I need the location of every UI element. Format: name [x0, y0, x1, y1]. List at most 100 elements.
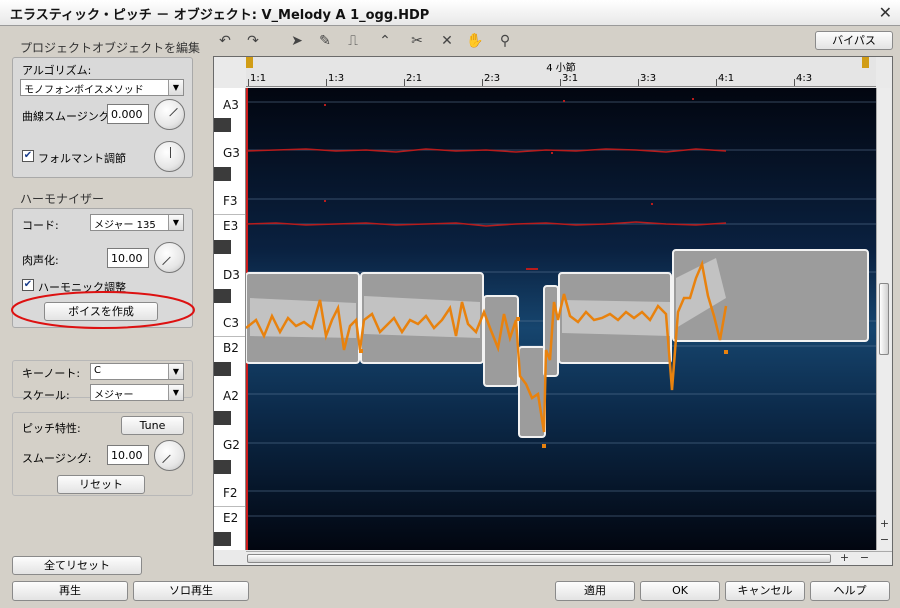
pitch-label: ピッチ特性:: [22, 422, 81, 435]
black-key: [214, 411, 231, 425]
pencil-icon[interactable]: ✎: [314, 31, 336, 51]
formant-label: フォルマント調節: [38, 152, 126, 165]
smoothing-knob[interactable]: [154, 440, 185, 471]
pointer-icon[interactable]: ➤: [286, 31, 308, 51]
ruler-tick: 4:3: [796, 73, 813, 84]
harmony-dot: [526, 268, 538, 270]
humanize-knob[interactable]: [154, 242, 185, 273]
chevron-down-icon: ▼: [168, 80, 183, 95]
chord-label: コード:: [22, 219, 59, 232]
harmony-dot: [324, 104, 326, 106]
pitch-anchor[interactable]: [516, 317, 520, 321]
hand-icon[interactable]: ✋: [464, 31, 486, 51]
loop-start-marker[interactable]: [246, 57, 253, 68]
ruler-line: [794, 79, 795, 86]
chord-select[interactable]: メジャー 135 ▼: [90, 214, 184, 231]
algorithm-select[interactable]: モノフォンボイスメソッド ▼: [20, 79, 184, 96]
annotation-circle: [11, 291, 195, 329]
close-icon[interactable]: ✕: [879, 3, 892, 22]
formant-knob[interactable]: [154, 141, 185, 172]
formant-checkbox[interactable]: ✔: [22, 150, 34, 162]
note-label-f2: F2: [223, 486, 238, 500]
ruler-tick: 3:1: [562, 73, 579, 84]
ok-button[interactable]: OK: [640, 581, 720, 601]
reset-button[interactable]: リセット: [57, 475, 145, 494]
redo-icon[interactable]: ↷: [242, 31, 264, 51]
knob-pointer: [170, 147, 171, 158]
ruler-tick: 2:3: [484, 73, 501, 84]
zoom-in-vertical-icon[interactable]: +: [878, 518, 891, 531]
harmony-dot: [551, 152, 553, 154]
bypass-button[interactable]: バイパス: [815, 31, 893, 50]
tune-button[interactable]: Tune: [121, 416, 184, 435]
zoom-in-horizontal-icon[interactable]: +: [838, 552, 851, 565]
ruler-tick: 1:3: [328, 73, 345, 84]
vertical-scrollbar[interactable]: + −: [876, 88, 891, 550]
horizontal-scrollbar[interactable]: + −: [246, 551, 892, 565]
erase-icon[interactable]: ✕: [436, 31, 458, 51]
zoom-out-horizontal-icon[interactable]: −: [858, 552, 871, 565]
title-bar: エラスティック・ピッチ － オブジェクト: V_Melody A 1_ogg.H…: [0, 0, 900, 26]
harmony-line-upper: [246, 148, 727, 153]
reset-all-button[interactable]: 全てリセット: [12, 556, 142, 575]
vertical-scroll-thumb[interactable]: [879, 283, 889, 355]
pitch-canvas[interactable]: [246, 88, 876, 550]
note-block[interactable]: [483, 295, 519, 387]
ruler-tick: 3:3: [640, 73, 657, 84]
humanize-field[interactable]: 10.00: [107, 248, 149, 268]
scale-select[interactable]: メジャー ▼: [90, 384, 184, 401]
black-key: [214, 118, 231, 132]
note-label-c3: C3: [223, 316, 240, 330]
knob-pointer: [169, 107, 178, 117]
knob-pointer: [162, 454, 171, 464]
pitch-anchor[interactable]: [724, 350, 728, 354]
loop-end-marker[interactable]: [862, 57, 869, 68]
chord-value: メジャー 135: [94, 220, 156, 231]
ruler-line: [482, 79, 483, 86]
key-note-select[interactable]: C ▼: [90, 363, 184, 380]
smoothing-field[interactable]: 10.00: [107, 445, 149, 465]
ruler-tick: 4:1: [718, 73, 735, 84]
harmony-dot: [563, 100, 565, 102]
algorithm-value: モノフォンボイスメソッド: [24, 85, 144, 96]
play-button[interactable]: 再生: [12, 581, 128, 601]
ruler-line: [638, 79, 639, 86]
timeline-ruler[interactable]: 4 小節 1:1 1:3 2:1 2:3 3:1 3:3 4:1 4:3: [246, 57, 876, 87]
note-block[interactable]: [518, 346, 546, 438]
note-label-a3: A3: [223, 98, 239, 112]
curve-smoothing-knob[interactable]: [154, 99, 185, 130]
harmony-dots: [324, 98, 694, 270]
piano-keyboard: A3 G3 F3 E3 D3 C3 B2 A2 G2 F2 E2: [214, 88, 246, 550]
curve-tool-icon[interactable]: ⌃: [374, 31, 396, 51]
pitch-anchor[interactable]: [542, 444, 546, 448]
chevron-down-icon: ▼: [168, 385, 183, 400]
key-divider: [214, 506, 245, 507]
humanize-label: 肉声化:: [22, 254, 59, 267]
note-label-d3: D3: [223, 268, 240, 282]
curve-smoothing-field[interactable]: 0.000: [107, 104, 149, 124]
curve-smoothing-label: 曲線スムージング:: [22, 110, 114, 123]
harmonizer-section-title: ハーモナイザー: [20, 192, 105, 206]
note-blocks[interactable]: [246, 249, 869, 438]
scissors-icon[interactable]: ✂: [406, 31, 428, 51]
horizontal-scroll-thumb[interactable]: [247, 554, 831, 563]
key-divider: [214, 336, 245, 337]
pitch-grid[interactable]: [246, 88, 876, 550]
note-label-g2: G2: [223, 438, 240, 452]
pulse-tool-icon[interactable]: ⎍: [342, 31, 364, 51]
solo-play-button[interactable]: ソロ再生: [133, 581, 249, 601]
project-section-title: プロジェクトオブジェクトを編集: [20, 41, 201, 55]
black-key: [214, 460, 231, 474]
scale-value: メジャー: [94, 390, 134, 401]
ruler-tick: 1:1: [250, 73, 267, 84]
key-note-label: キーノート:: [22, 367, 81, 380]
black-key: [214, 532, 231, 546]
pitch-anchor[interactable]: [359, 349, 363, 353]
undo-icon[interactable]: ↶: [214, 31, 236, 51]
annotation-ellipse: [11, 291, 195, 329]
help-button[interactable]: ヘルプ: [810, 581, 890, 601]
zoom-out-vertical-icon[interactable]: −: [878, 534, 891, 547]
apply-button[interactable]: 適用: [555, 581, 635, 601]
cancel-button[interactable]: キャンセル: [725, 581, 805, 601]
zoom-icon[interactable]: ⚲: [494, 31, 516, 51]
